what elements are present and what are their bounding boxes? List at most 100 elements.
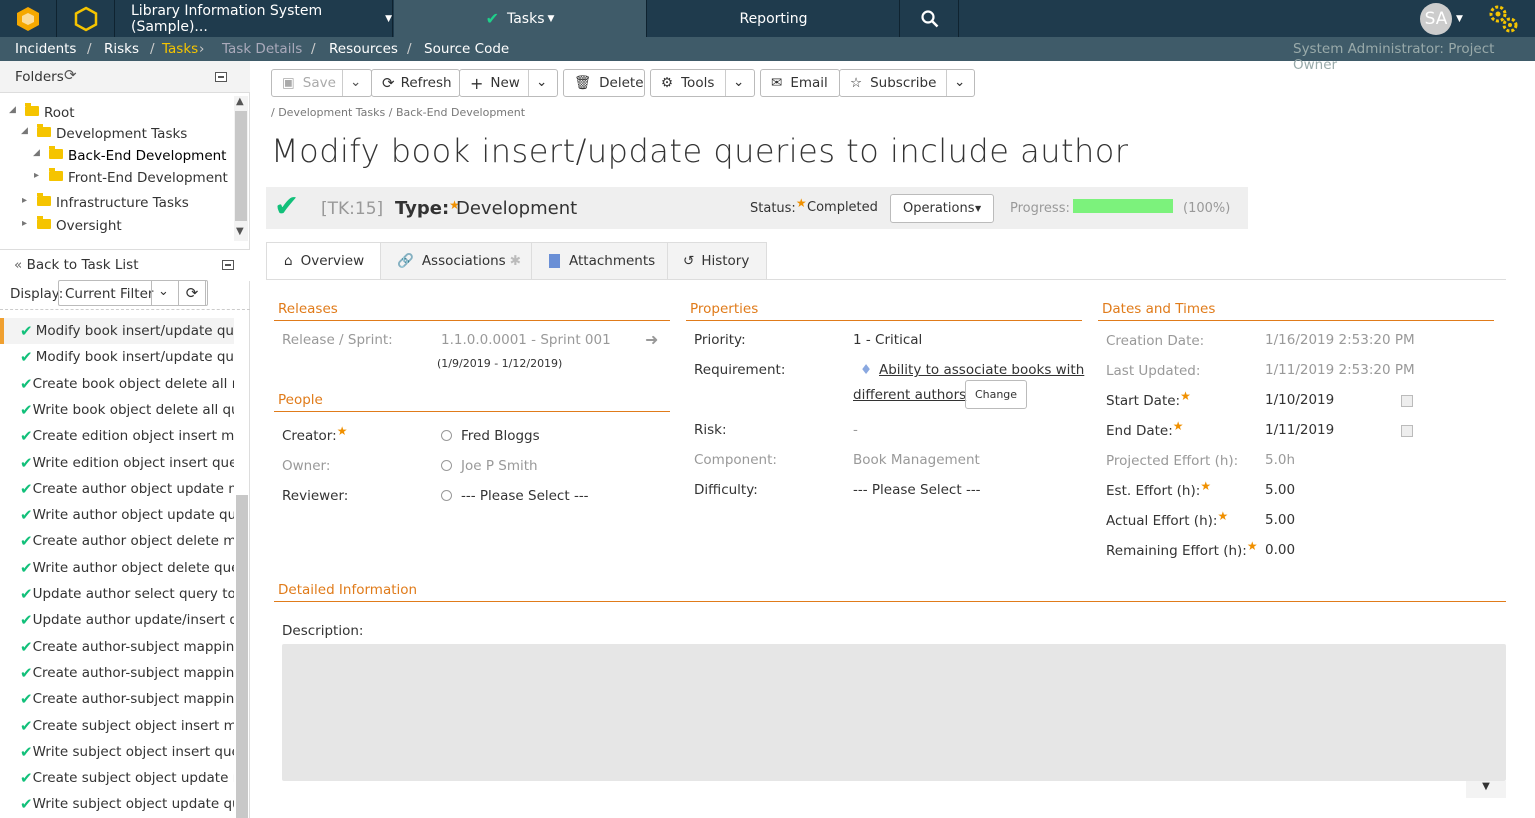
task-list-item[interactable]: ✔ Modify book insert/update qu bbox=[0, 318, 234, 344]
priority-value[interactable]: 1 - Critical bbox=[853, 332, 922, 348]
task-list-item[interactable]: ✔ Write author object update qu bbox=[0, 502, 234, 528]
task-list-item[interactable]: ✔ Create author object delete m bbox=[0, 528, 234, 554]
end-date-input[interactable]: 1/11/2019 bbox=[1265, 422, 1334, 438]
calendar-icon[interactable] bbox=[1401, 395, 1413, 407]
user-menu[interactable]: SA ▼ bbox=[1420, 0, 1470, 37]
scroll-up-icon[interactable]: ▲ bbox=[236, 96, 244, 107]
refresh-list-button[interactable]: ⟳ bbox=[178, 280, 206, 306]
tree-scrollbar[interactable]: ▲ ▼ bbox=[234, 96, 248, 241]
tab-associations[interactable]: 🔗 Associations ✱ bbox=[380, 242, 532, 280]
tree-item-development-tasks[interactable]: Development Tasks bbox=[37, 124, 187, 142]
tree-toggle-icon[interactable]: ◢ bbox=[33, 148, 40, 158]
tree-toggle-icon[interactable]: ▸ bbox=[22, 195, 27, 206]
task-list-item[interactable]: ✔ Write edition object insert que bbox=[0, 450, 234, 476]
chevron-down-icon[interactable]: ⌄ bbox=[954, 74, 965, 90]
nav-incidents[interactable]: Incidents bbox=[15, 41, 76, 57]
calendar-icon[interactable] bbox=[1401, 425, 1413, 437]
tab-tasks[interactable]: ✔ Tasks ▼ bbox=[394, 0, 647, 37]
project-selector[interactable]: Library Information System (Sample)... ▼ bbox=[116, 0, 393, 37]
tree-toggle-icon[interactable]: ◢ bbox=[9, 105, 16, 115]
task-list-item-label: Update author update/insert q bbox=[32, 612, 234, 629]
nav-resources[interactable]: Resources bbox=[329, 41, 398, 57]
task-list-item[interactable]: ✔ Write subject object insert que bbox=[0, 739, 234, 765]
owner-field[interactable]: Joe P Smith bbox=[441, 458, 538, 474]
tab-reporting[interactable]: Reporting bbox=[648, 0, 900, 37]
task-list-item[interactable]: ✔ Write book object delete all qu bbox=[0, 397, 234, 423]
task-list-item[interactable]: ✔ Update author select query to bbox=[0, 581, 234, 607]
risk-value[interactable]: - bbox=[853, 422, 858, 438]
task-list-item[interactable]: ✔ Create author-subject mappin bbox=[0, 660, 234, 686]
task-list-item[interactable]: ✔ Modify book insert/update qu bbox=[0, 344, 234, 370]
task-list-item[interactable]: ✔ Create author-subject mappin bbox=[0, 634, 234, 660]
refresh-button[interactable]: ⟳ Refresh bbox=[371, 69, 460, 97]
tools-button[interactable]: ⚙ Tools ⌄ bbox=[650, 69, 755, 97]
task-list-item[interactable]: ✔ Update author update/insert q bbox=[0, 607, 234, 633]
tab-attachments[interactable]: Attachments bbox=[531, 242, 668, 280]
chevron-down-icon[interactable]: ⌄ bbox=[536, 74, 547, 90]
tools-label: Tools bbox=[681, 75, 715, 91]
type-value[interactable]: Development bbox=[456, 198, 577, 219]
projected-effort-value: 5.0h bbox=[1265, 452, 1296, 468]
collapse-icon[interactable] bbox=[222, 260, 234, 270]
task-list-item[interactable]: ✔ Create book object delete all r bbox=[0, 371, 234, 397]
breadcrumb-link[interactable]: Back-End Development bbox=[396, 106, 525, 119]
task-list-item[interactable]: ✔ Create author object update m bbox=[0, 476, 234, 502]
expand-editor-button[interactable]: ▼ bbox=[1466, 781, 1506, 798]
chevron-down-icon[interactable]: ⌄ bbox=[350, 74, 361, 90]
status-value: Completed bbox=[807, 200, 878, 215]
change-requirement-button[interactable]: Change bbox=[965, 380, 1027, 409]
tree-toggle-icon[interactable]: ◢ bbox=[21, 126, 28, 136]
refresh-icon[interactable]: ⟳ bbox=[64, 66, 77, 84]
difficulty-select[interactable]: --- Please Select --- bbox=[853, 482, 981, 498]
task-list-item[interactable]: ✔ Create subject object insert m bbox=[0, 713, 234, 739]
start-date-input[interactable]: 1/10/2019 bbox=[1265, 392, 1334, 408]
creator-field[interactable]: Fred Bloggs bbox=[441, 428, 540, 444]
remaining-effort-input[interactable]: 0.00 bbox=[1265, 542, 1295, 558]
tab-overview[interactable]: ⌂ Overview bbox=[266, 242, 381, 280]
task-list-item[interactable]: ✔ Create subject object update r bbox=[0, 765, 234, 791]
nav-risks[interactable]: Risks bbox=[104, 41, 139, 57]
tree-item-back-end-development[interactable]: Back-End Development bbox=[49, 146, 226, 164]
tree-item-oversight[interactable]: Oversight bbox=[37, 216, 122, 234]
actual-effort-input[interactable]: 5.00 bbox=[1265, 512, 1295, 528]
task-list-item[interactable]: ✔ Create edition object insert m bbox=[0, 423, 234, 449]
save-button[interactable]: ▣ Save ⌄ bbox=[271, 69, 372, 97]
collapse-icon[interactable] bbox=[215, 72, 227, 82]
subscribe-button[interactable]: ☆ Subscribe ⌄ bbox=[839, 69, 975, 97]
nav-tasks[interactable]: Tasks bbox=[162, 41, 198, 57]
search-button[interactable] bbox=[901, 0, 959, 37]
task-list-scrollbar-thumb[interactable] bbox=[236, 495, 248, 818]
nav-source-code[interactable]: Source Code bbox=[424, 41, 509, 57]
email-button[interactable]: ✉ Email bbox=[760, 69, 840, 97]
task-list-item[interactable]: ✔ Create author-subject mappin bbox=[0, 686, 234, 712]
tree-item-infrastructure-tasks[interactable]: Infrastructure Tasks bbox=[37, 193, 189, 211]
delete-button[interactable]: 🗑 Delete bbox=[563, 69, 645, 97]
requirement-link[interactable]: Ability to associate books with bbox=[879, 362, 1084, 378]
task-list-item[interactable]: ✔ Write subject object update qu bbox=[0, 791, 234, 817]
tree-item-root[interactable]: Root bbox=[25, 103, 75, 121]
admin-settings-button[interactable] bbox=[1485, 0, 1520, 37]
scroll-down-icon[interactable]: ▼ bbox=[236, 226, 244, 237]
tree-toggle-icon[interactable]: ▸ bbox=[22, 218, 27, 229]
description-editor[interactable] bbox=[282, 644, 1506, 781]
component-value[interactable]: Book Management bbox=[853, 452, 980, 468]
chevron-down-icon[interactable]: ⌄ bbox=[733, 74, 744, 90]
reviewer-field[interactable]: --- Please Select --- bbox=[441, 488, 589, 504]
product-home-button[interactable] bbox=[58, 0, 115, 37]
est-effort-input[interactable]: 5.00 bbox=[1265, 482, 1295, 498]
requirement-link-continued[interactable]: different authors bbox=[853, 387, 966, 403]
tree-toggle-icon[interactable]: ▸ bbox=[34, 170, 39, 181]
arrow-right-icon[interactable]: ➜ bbox=[645, 330, 658, 349]
scrollbar-thumb[interactable] bbox=[235, 111, 247, 221]
tab-history[interactable]: ↺ History bbox=[667, 242, 767, 280]
task-list-item-label: Write author object delete que bbox=[32, 559, 234, 576]
task-list-item[interactable]: ✔ Write author object delete que bbox=[0, 555, 234, 581]
app-logo[interactable] bbox=[0, 0, 57, 37]
release-value[interactable]: 1.1.0.0.0001 - Sprint 001 bbox=[441, 332, 611, 348]
tree-item-front-end-development[interactable]: Front-End Development bbox=[49, 168, 228, 186]
breadcrumb-link[interactable]: Development Tasks bbox=[278, 106, 385, 119]
new-label: New bbox=[490, 75, 520, 91]
new-button[interactable]: + New ⌄ bbox=[459, 69, 558, 97]
back-to-list-link[interactable]: « Back to Task List bbox=[14, 257, 139, 273]
operations-button[interactable]: Operations ▼ bbox=[890, 194, 994, 223]
